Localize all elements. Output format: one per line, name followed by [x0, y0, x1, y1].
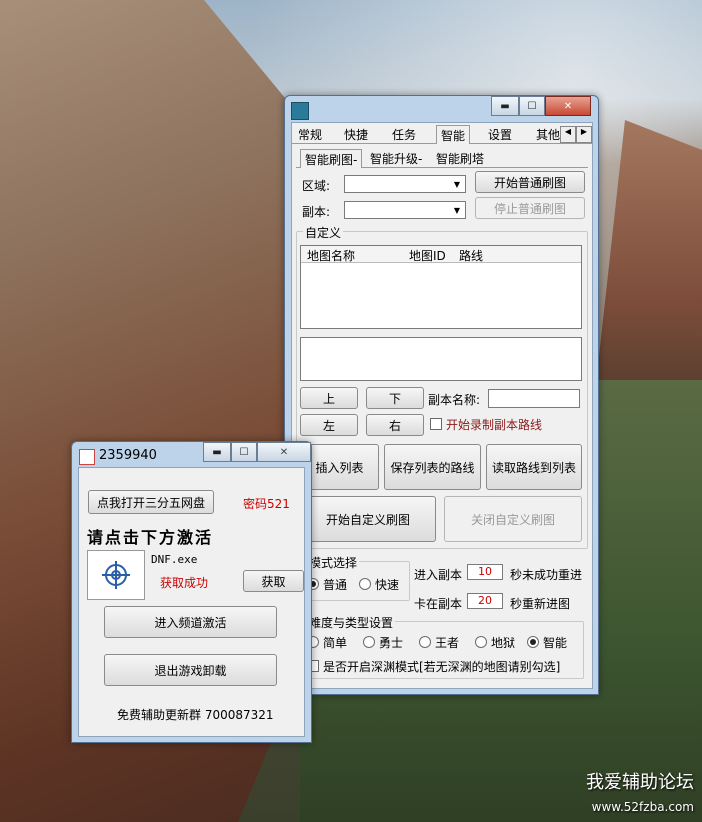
target-icon	[102, 561, 130, 589]
diff-king-option[interactable]: 王者	[419, 634, 459, 651]
dungeon-select[interactable]: ▼	[344, 201, 466, 219]
tab-hotkeys[interactable]: 快捷	[340, 125, 372, 143]
route-list-header: 地图名称 地图ID 路线	[301, 246, 581, 263]
close-button[interactable]: ✕	[545, 96, 591, 116]
diff-easy-option[interactable]: 简单	[307, 634, 347, 651]
tab-scroll-right[interactable]: ▶	[576, 126, 592, 143]
password-text: 密码521	[243, 497, 290, 511]
chevron-down-icon: ▼	[453, 205, 461, 215]
start-custom-button[interactable]: 开始自定义刷图	[300, 496, 436, 542]
maximize-button[interactable]: ☐	[231, 442, 257, 462]
window-title: 2359940	[99, 448, 157, 463]
enter-timeout-suffix: 秒未成功重进	[510, 568, 583, 582]
mode-normal-option[interactable]: 普通	[307, 576, 347, 593]
exit-game-button[interactable]: 退出游戏卸载	[104, 654, 277, 686]
dungeon-name-label: 副本名称:	[428, 393, 481, 407]
tab-tasks[interactable]: 任务	[388, 125, 420, 143]
dungeon-label: 副本:	[302, 205, 331, 219]
enter-timeout-input[interactable]: 10	[467, 564, 503, 580]
open-netdisk-button[interactable]: 点我打开三分五网盘	[88, 490, 214, 514]
stuck-timeout-input[interactable]: 20	[467, 593, 503, 609]
custom-group-title: 自定义	[303, 224, 344, 241]
read-route-button[interactable]: 读取路线到列表	[486, 444, 582, 490]
activation-client: 点我打开三分五网盘 密码521 请点击下方激活 DNF.exe 获取成功 获取 …	[78, 467, 305, 737]
column-map-id[interactable]: 地图ID	[409, 247, 446, 264]
crosshair-icon[interactable]	[87, 550, 145, 600]
route-textarea[interactable]	[300, 337, 582, 381]
mode-group-title: 模式选择	[307, 554, 360, 571]
minimize-button[interactable]: ▬	[203, 442, 231, 462]
difficulty-group-title: 难度与类型设置	[307, 614, 396, 631]
record-route-label: 开始录制副本路线	[446, 418, 543, 432]
app-icon	[79, 449, 95, 465]
region-label: 区域:	[302, 179, 331, 193]
difficulty-group: 难度与类型设置 简单 勇士 王者 地狱 智能 是否开启深渊模式[若无深渊的地图请…	[300, 614, 584, 679]
stop-normal-button[interactable]: 停止普通刷图	[475, 197, 585, 219]
route-list[interactable]: 地图名称 地图ID 路线	[300, 245, 582, 329]
subtab-strip: 智能刷图- 智能升级- 智能刷塔	[296, 149, 588, 168]
update-group-text: 免费辅助更新群 700087321	[117, 708, 274, 722]
tab-scroll-left[interactable]: ◀	[560, 126, 576, 143]
start-normal-button[interactable]: 开始普通刷图	[475, 171, 585, 193]
column-route[interactable]: 路线	[459, 247, 483, 264]
diff-warrior-radio[interactable]	[363, 636, 375, 648]
subtab-smart-level[interactable]: 智能升级-	[366, 149, 426, 167]
diff-hell-option[interactable]: 地狱	[475, 634, 515, 651]
status-text: 获取成功	[160, 576, 209, 590]
enter-timeout-prefix: 进入副本	[414, 568, 463, 582]
region-select[interactable]: ▼	[344, 175, 466, 193]
maximize-button[interactable]: ☐	[519, 96, 545, 116]
tab-smart[interactable]: 智能	[436, 125, 471, 144]
watermark-title: 我爱辅助论坛	[586, 772, 694, 793]
record-route-option[interactable]: 开始录制副本路线	[430, 416, 542, 433]
tab-general[interactable]: 常规	[294, 125, 326, 143]
down-button[interactable]: 下	[366, 387, 424, 409]
diff-king-radio[interactable]	[419, 636, 431, 648]
tab-strip: 常规 快捷 任务 智能 设置 其他 ◀ ▶	[292, 125, 592, 144]
watermark-url: www.52fzba.com	[591, 800, 694, 814]
main-client: 常规 快捷 任务 智能 设置 其他 ◀ ▶ 智能刷图- 智能升级- 智能刷塔 区…	[291, 122, 593, 689]
app-icon	[291, 102, 309, 120]
stuck-timeout-suffix: 秒重新进图	[510, 597, 571, 611]
activation-window: 2359940 ▬ ☐ ✕ 点我打开三分五网盘 密码521 请点击下方激活 DN…	[71, 441, 312, 743]
background-cliff-right	[592, 120, 702, 420]
dungeon-name-input[interactable]	[488, 389, 580, 408]
enter-channel-button[interactable]: 进入频道激活	[104, 606, 277, 638]
save-route-button[interactable]: 保存列表的路线	[384, 444, 481, 490]
abyss-option[interactable]: 是否开启深渊模式[若无深渊的地图请别勾选]	[307, 658, 560, 675]
tab-settings[interactable]: 设置	[484, 125, 516, 143]
diff-hell-radio[interactable]	[475, 636, 487, 648]
minimize-button[interactable]: ▬	[491, 96, 519, 116]
diff-smart-option[interactable]: 智能	[527, 634, 567, 651]
stuck-timeout-prefix: 卡在副本	[414, 597, 463, 611]
mode-fast-option[interactable]: 快速	[359, 576, 399, 593]
column-map-name[interactable]: 地图名称	[307, 247, 355, 264]
subtab-smart-tower[interactable]: 智能刷塔	[432, 149, 488, 167]
diff-warrior-option[interactable]: 勇士	[363, 634, 403, 651]
mode-group: 模式选择 普通 快速	[300, 554, 410, 601]
mode-fast-radio[interactable]	[359, 578, 371, 590]
get-button[interactable]: 获取	[243, 570, 304, 592]
left-button[interactable]: 左	[300, 414, 358, 436]
diff-smart-radio[interactable]	[527, 636, 539, 648]
main-window: ▬ ☐ ✕ 常规 快捷 任务 智能 设置 其他 ◀ ▶ 智能刷图- 智能升级- …	[284, 95, 599, 695]
chevron-down-icon: ▼	[453, 179, 461, 189]
subtab-smart-map[interactable]: 智能刷图-	[300, 149, 363, 168]
stop-custom-button[interactable]: 关闭自定义刷图	[444, 496, 582, 542]
right-button[interactable]: 右	[366, 414, 424, 436]
up-button[interactable]: 上	[300, 387, 358, 409]
close-button[interactable]: ✕	[257, 442, 311, 462]
process-name: DNF.exe	[151, 553, 198, 566]
activate-heading: 请点击下方激活	[87, 528, 214, 547]
record-route-checkbox[interactable]	[430, 418, 442, 430]
